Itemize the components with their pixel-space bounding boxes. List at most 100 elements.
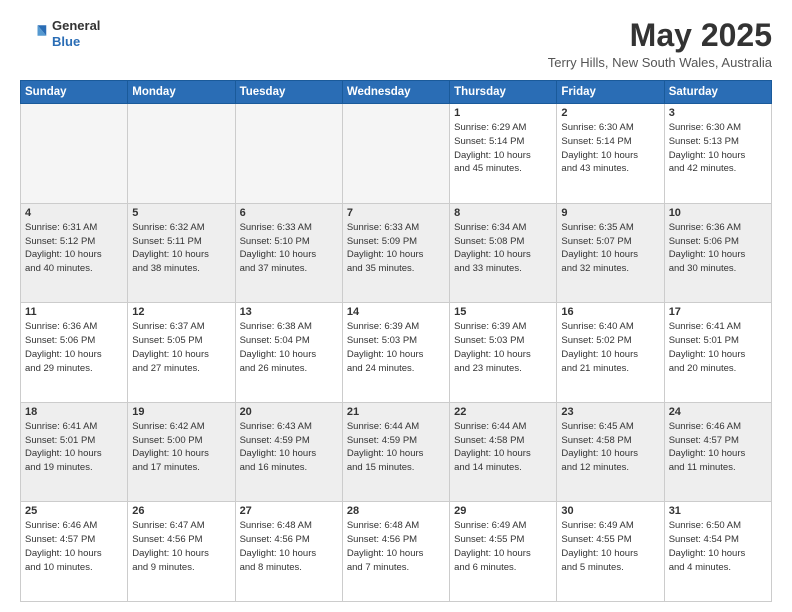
calendar-cell: 3 Sunrise: 6:30 AM Sunset: 5:13 PM Daylig… (664, 104, 771, 204)
calendar-cell: 4 Sunrise: 6:31 AM Sunset: 5:12 PM Daylig… (21, 203, 128, 303)
day-info: Sunrise: 6:29 AM Sunset: 5:14 PM Dayligh… (454, 121, 552, 176)
day-info: Sunrise: 6:40 AM Sunset: 5:02 PM Dayligh… (561, 320, 659, 375)
subtitle: Terry Hills, New South Wales, Australia (548, 55, 772, 70)
logo-general-text: General (52, 18, 100, 34)
page: General Blue May 2025 Terry Hills, New S… (0, 0, 792, 612)
calendar-cell: 7 Sunrise: 6:33 AM Sunset: 5:09 PM Daylig… (342, 203, 449, 303)
day-info: Sunrise: 6:46 AM Sunset: 4:57 PM Dayligh… (25, 519, 123, 574)
day-number: 27 (240, 505, 338, 517)
calendar-cell: 29 Sunrise: 6:49 AM Sunset: 4:55 PM Dayli… (450, 502, 557, 602)
calendar-cell: 8 Sunrise: 6:34 AM Sunset: 5:08 PM Daylig… (450, 203, 557, 303)
calendar-cell: 10 Sunrise: 6:36 AM Sunset: 5:06 PM Dayli… (664, 203, 771, 303)
day-number: 10 (669, 207, 767, 219)
day-info: Sunrise: 6:49 AM Sunset: 4:55 PM Dayligh… (561, 519, 659, 574)
day-number: 3 (669, 107, 767, 119)
calendar-cell: 14Sunrise: 6:39 AM Sunset: 5:03 PM Dayli… (342, 303, 449, 403)
calendar-cell: 22 Sunrise: 6:44 AM Sunset: 4:58 PM Dayli… (450, 402, 557, 502)
day-info: Sunrise: 6:36 AM Sunset: 5:06 PM Dayligh… (25, 320, 123, 375)
day-number: 31 (669, 505, 767, 517)
calendar-cell: 19Sunrise: 6:42 AM Sunset: 5:00 PM Dayli… (128, 402, 235, 502)
day-number: 7 (347, 207, 445, 219)
calendar-cell (128, 104, 235, 204)
day-info: Sunrise: 6:44 AM Sunset: 4:58 PM Dayligh… (454, 420, 552, 475)
calendar-cell (21, 104, 128, 204)
day-number: 2 (561, 107, 659, 119)
day-info: Sunrise: 6:47 AM Sunset: 4:56 PM Dayligh… (132, 519, 230, 574)
calendar-week-3: 11 Sunrise: 6:36 AM Sunset: 5:06 PM Dayli… (21, 303, 772, 403)
day-info: Sunrise: 6:38 AM Sunset: 5:04 PM Dayligh… (240, 320, 338, 375)
day-info: Sunrise: 6:37 AM Sunset: 5:05 PM Dayligh… (132, 320, 230, 375)
calendar-cell: 28 Sunrise: 6:48 AM Sunset: 4:56 PM Dayli… (342, 502, 449, 602)
calendar-cell: 26 Sunrise: 6:47 AM Sunset: 4:56 PM Dayli… (128, 502, 235, 602)
day-info: Sunrise: 6:35 AM Sunset: 5:07 PM Dayligh… (561, 221, 659, 276)
day-info: Sunrise: 6:44 AM Sunset: 4:59 PM Dayligh… (347, 420, 445, 475)
main-title: May 2025 (548, 18, 772, 53)
day-number: 28 (347, 505, 445, 517)
day-number: 13 (240, 306, 338, 318)
day-info: Sunrise: 6:48 AM Sunset: 4:56 PM Dayligh… (347, 519, 445, 574)
col-header-tuesday: Tuesday (235, 81, 342, 104)
day-number: 5 (132, 207, 230, 219)
day-info: Sunrise: 6:48 AM Sunset: 4:56 PM Dayligh… (240, 519, 338, 574)
calendar-cell (235, 104, 342, 204)
calendar-cell: 24Sunrise: 6:46 AM Sunset: 4:57 PM Dayli… (664, 402, 771, 502)
day-number: 1 (454, 107, 552, 119)
day-info: Sunrise: 6:49 AM Sunset: 4:55 PM Dayligh… (454, 519, 552, 574)
calendar-cell (342, 104, 449, 204)
day-number: 6 (240, 207, 338, 219)
day-number: 4 (25, 207, 123, 219)
day-number: 29 (454, 505, 552, 517)
logo-blue-text: Blue (52, 34, 100, 50)
calendar-week-1: 1 Sunrise: 6:29 AM Sunset: 5:14 PM Daylig… (21, 104, 772, 204)
calendar-cell: 16Sunrise: 6:40 AM Sunset: 5:02 PM Dayli… (557, 303, 664, 403)
day-info: Sunrise: 6:33 AM Sunset: 5:09 PM Dayligh… (347, 221, 445, 276)
day-number: 22 (454, 406, 552, 418)
day-info: Sunrise: 6:46 AM Sunset: 4:57 PM Dayligh… (669, 420, 767, 475)
calendar-cell: 15Sunrise: 6:39 AM Sunset: 5:03 PM Dayli… (450, 303, 557, 403)
day-info: Sunrise: 6:39 AM Sunset: 5:03 PM Dayligh… (454, 320, 552, 375)
calendar-cell: 20Sunrise: 6:43 AM Sunset: 4:59 PM Dayli… (235, 402, 342, 502)
col-header-sunday: Sunday (21, 81, 128, 104)
day-info: Sunrise: 6:41 AM Sunset: 5:01 PM Dayligh… (669, 320, 767, 375)
day-info: Sunrise: 6:50 AM Sunset: 4:54 PM Dayligh… (669, 519, 767, 574)
day-info: Sunrise: 6:39 AM Sunset: 5:03 PM Dayligh… (347, 320, 445, 375)
day-info: Sunrise: 6:41 AM Sunset: 5:01 PM Dayligh… (25, 420, 123, 475)
day-number: 12 (132, 306, 230, 318)
calendar-cell: 5 Sunrise: 6:32 AM Sunset: 5:11 PM Daylig… (128, 203, 235, 303)
day-number: 26 (132, 505, 230, 517)
day-number: 30 (561, 505, 659, 517)
calendar-cell: 13 Sunrise: 6:38 AM Sunset: 5:04 PM Dayli… (235, 303, 342, 403)
calendar-cell: 6 Sunrise: 6:33 AM Sunset: 5:10 PM Daylig… (235, 203, 342, 303)
col-header-saturday: Saturday (664, 81, 771, 104)
logo: General Blue (20, 18, 100, 49)
day-number: 8 (454, 207, 552, 219)
day-number: 25 (25, 505, 123, 517)
calendar-cell: 12 Sunrise: 6:37 AM Sunset: 5:05 PM Dayli… (128, 303, 235, 403)
calendar-cell: 18Sunrise: 6:41 AM Sunset: 5:01 PM Dayli… (21, 402, 128, 502)
calendar-cell: 27 Sunrise: 6:48 AM Sunset: 4:56 PM Dayli… (235, 502, 342, 602)
day-info: Sunrise: 6:36 AM Sunset: 5:06 PM Dayligh… (669, 221, 767, 276)
logo-text: General Blue (52, 18, 100, 49)
title-block: May 2025 Terry Hills, New South Wales, A… (548, 18, 772, 70)
day-info: Sunrise: 6:30 AM Sunset: 5:13 PM Dayligh… (669, 121, 767, 176)
calendar-cell: 9Sunrise: 6:35 AM Sunset: 5:07 PM Daylig… (557, 203, 664, 303)
day-number: 23 (561, 406, 659, 418)
col-header-wednesday: Wednesday (342, 81, 449, 104)
calendar-cell: 1 Sunrise: 6:29 AM Sunset: 5:14 PM Daylig… (450, 104, 557, 204)
calendar-table: SundayMondayTuesdayWednesdayThursdayFrid… (20, 80, 772, 602)
day-number: 20 (240, 406, 338, 418)
day-info: Sunrise: 6:34 AM Sunset: 5:08 PM Dayligh… (454, 221, 552, 276)
day-number: 19 (132, 406, 230, 418)
day-info: Sunrise: 6:33 AM Sunset: 5:10 PM Dayligh… (240, 221, 338, 276)
calendar-cell: 2Sunrise: 6:30 AM Sunset: 5:14 PM Daylig… (557, 104, 664, 204)
header: General Blue May 2025 Terry Hills, New S… (20, 18, 772, 70)
calendar-week-2: 4 Sunrise: 6:31 AM Sunset: 5:12 PM Daylig… (21, 203, 772, 303)
calendar-header-row: SundayMondayTuesdayWednesdayThursdayFrid… (21, 81, 772, 104)
day-number: 21 (347, 406, 445, 418)
calendar-cell: 25 Sunrise: 6:46 AM Sunset: 4:57 PM Dayli… (21, 502, 128, 602)
day-info: Sunrise: 6:32 AM Sunset: 5:11 PM Dayligh… (132, 221, 230, 276)
calendar-cell: 23Sunrise: 6:45 AM Sunset: 4:58 PM Dayli… (557, 402, 664, 502)
calendar-cell: 21 Sunrise: 6:44 AM Sunset: 4:59 PM Dayli… (342, 402, 449, 502)
day-info: Sunrise: 6:31 AM Sunset: 5:12 PM Dayligh… (25, 221, 123, 276)
day-number: 11 (25, 306, 123, 318)
